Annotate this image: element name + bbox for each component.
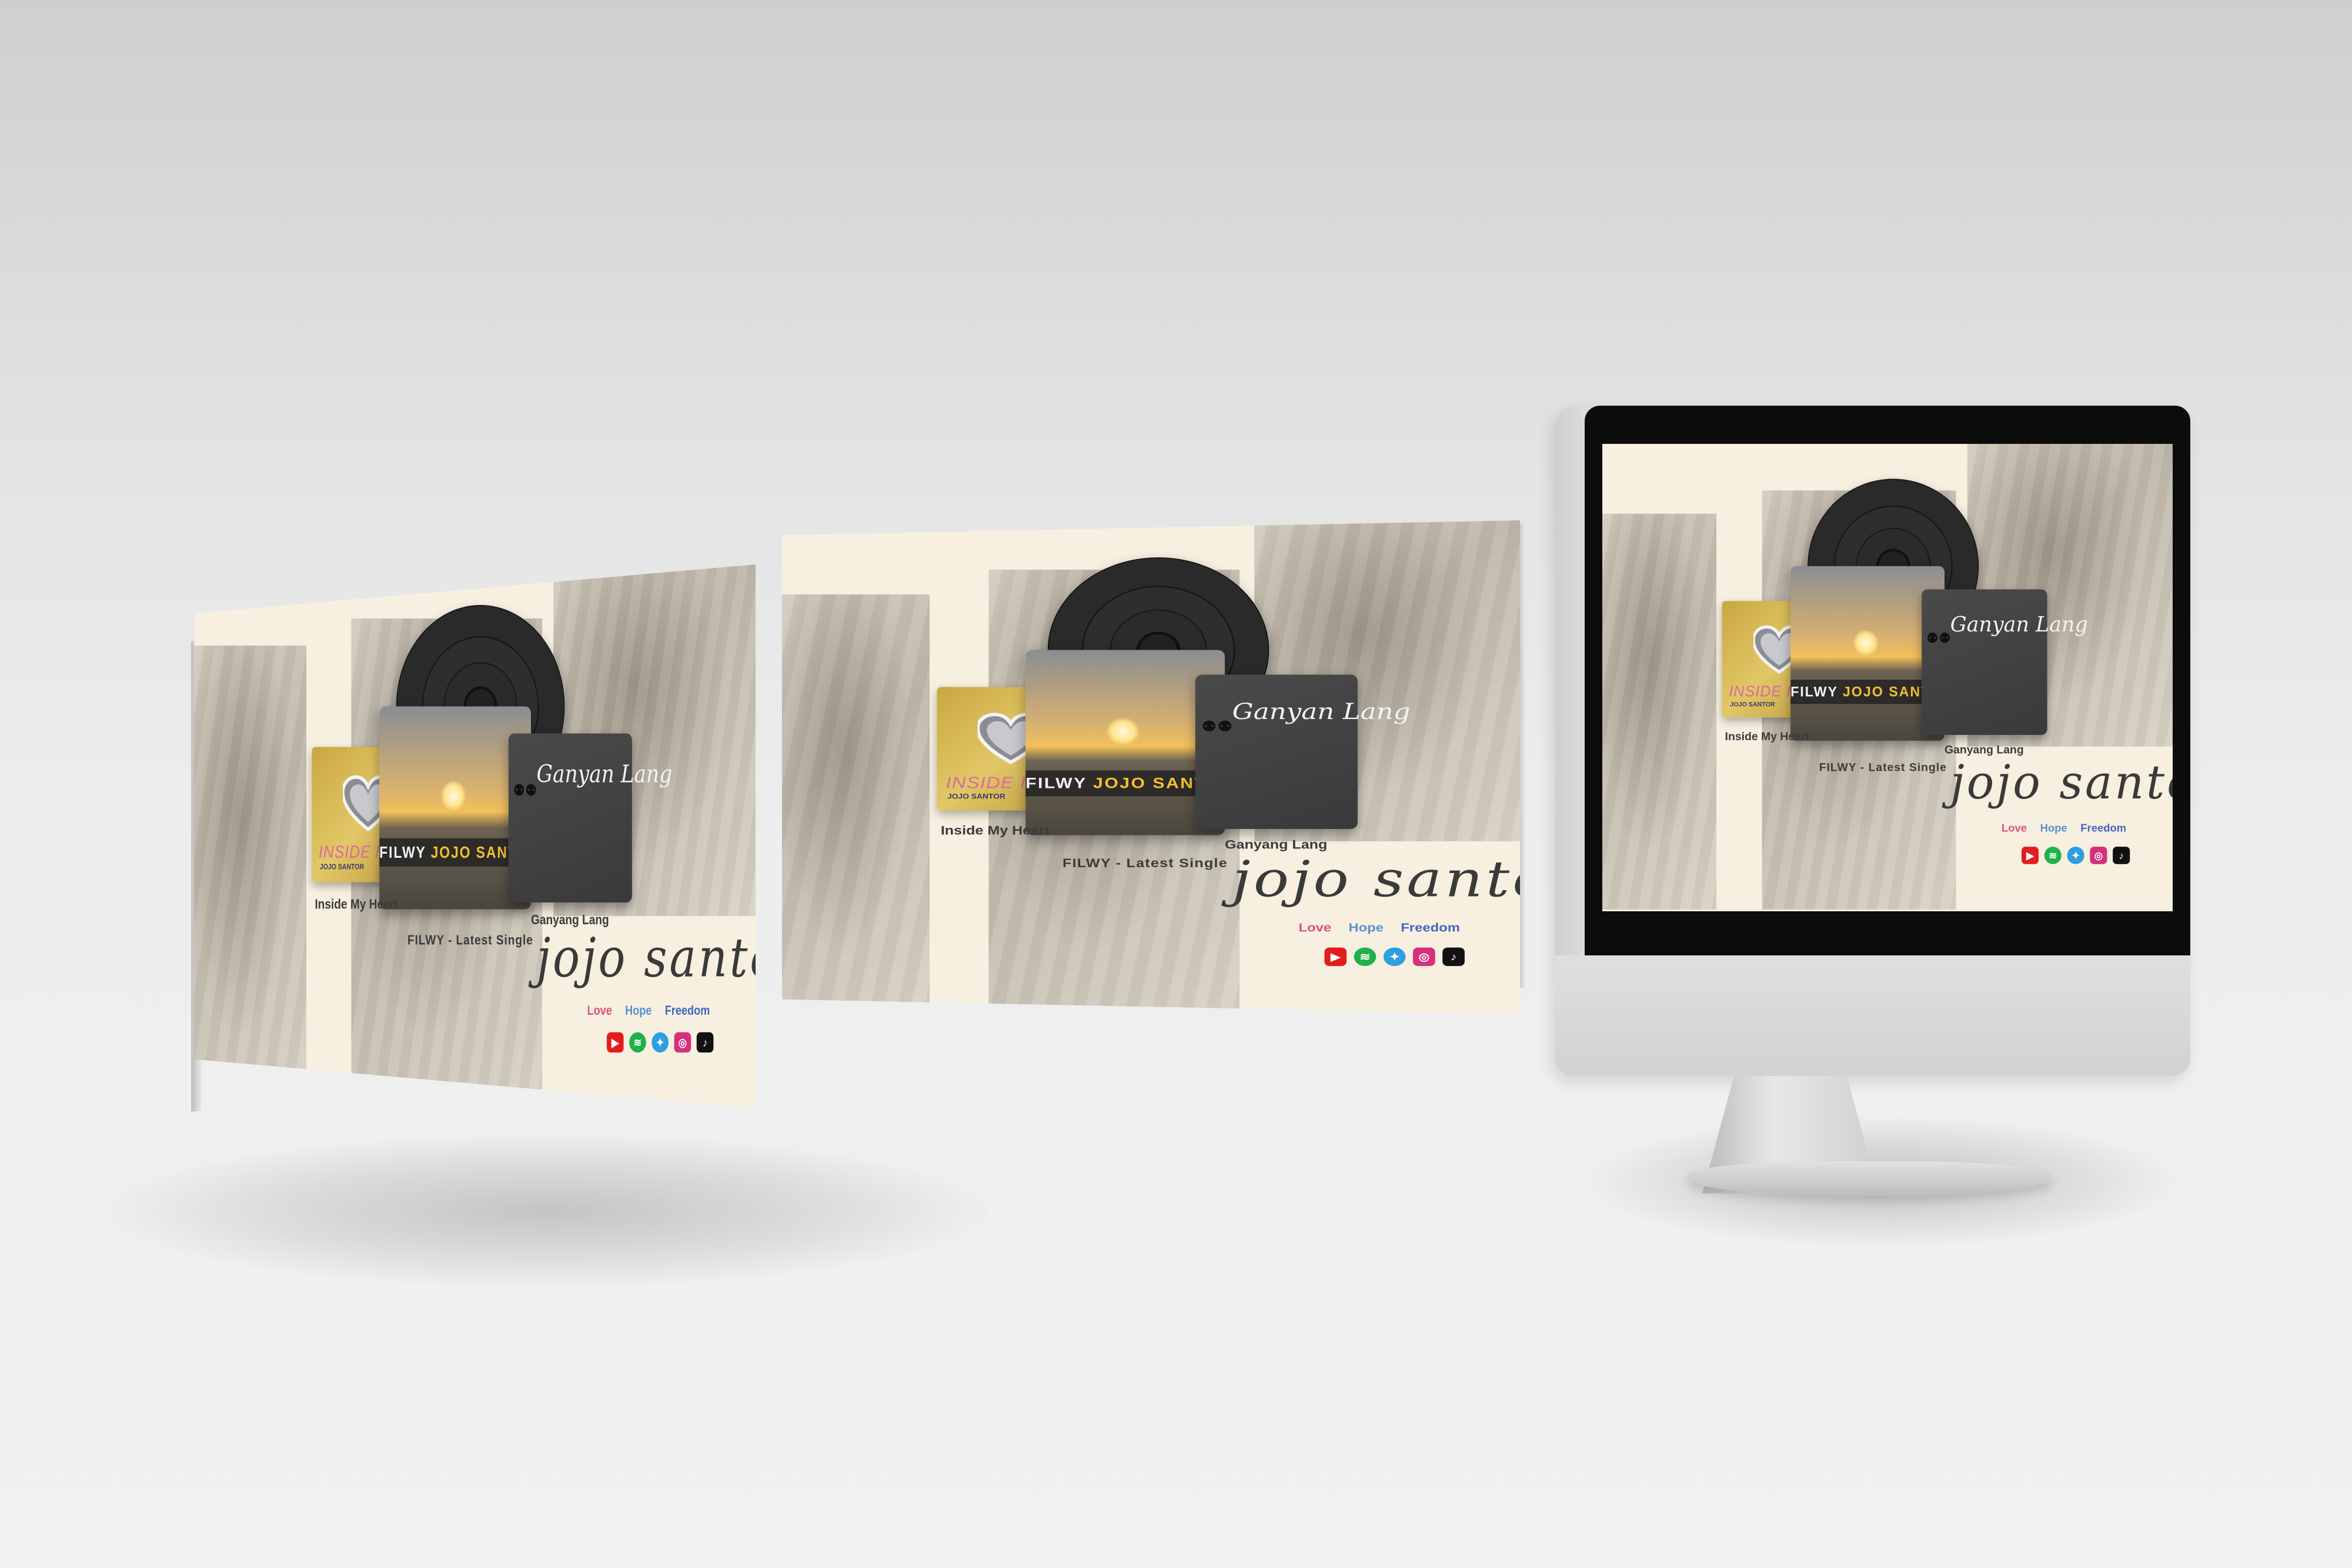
instagram-icon[interactable]: ◎ [2090, 847, 2107, 864]
artist-brand-name: jojo santor [536, 926, 756, 989]
background-photo-left [194, 646, 306, 1105]
album-title: Ganyan Lang [536, 760, 673, 788]
sun-image [1107, 718, 1140, 745]
imac-stand-base [1688, 1161, 2052, 1196]
floor-shadow-left [106, 1135, 988, 1288]
twitter-icon[interactable]: ✦ [2067, 847, 2084, 864]
twitter-icon[interactable]: ✦ [1383, 947, 1406, 967]
album-title-word: FILWY [379, 843, 426, 862]
youtube-icon[interactable]: ▶ [1324, 947, 1347, 967]
couple-figures-icon: ⚉⚉ [513, 781, 537, 800]
tag-freedom: Freedom [664, 1004, 710, 1018]
panel-left: INSIDE MY HEART JOJO SANTOR FILWY JOJO S… [194, 564, 756, 1108]
couple-figures-icon: ⚉⚉ [1201, 718, 1233, 735]
imac-monitor: INSIDE MY HEART JOJO SANTOR FILWY JOJO S… [1555, 406, 2190, 1082]
panel-middle: INSIDE MY HEART JOJO SANTOR FILWY JOJO S… [782, 520, 1520, 1014]
artist-brand-name: jojo santor [1232, 850, 1520, 908]
social-links: ▶ ≋ ✦ ◎ ♪ [1324, 947, 1465, 967]
caption-inside-my-heart: Inside My Heart [940, 824, 1050, 838]
social-links: ▶ ≋ ✦ ◎ ♪ [2021, 847, 2130, 864]
album-card-ganyan-lang[interactable]: ⚉⚉ Ganyan Lang [508, 733, 672, 902]
tag-hope: Hope [625, 1004, 652, 1018]
album-artist: JOJO SANTOR [1730, 701, 1775, 708]
spotify-icon[interactable]: ≋ [2044, 847, 2062, 864]
background-photo-left [782, 594, 930, 1014]
social-links: ▶ ≋ ✦ ◎ ♪ [606, 1032, 714, 1053]
banner-left: INSIDE MY HEART JOJO SANTOR FILWY JOJO S… [194, 564, 756, 1105]
spotify-icon[interactable]: ≋ [1354, 947, 1377, 967]
album-title-word: FILWY [1025, 775, 1087, 792]
tag-love: Love [1298, 921, 1332, 935]
album-artist: JOJO SANTOR [319, 863, 365, 872]
tiktok-icon[interactable]: ♪ [696, 1032, 714, 1053]
caption-inside-my-heart: Inside My Heart [1725, 730, 1809, 743]
instagram-icon[interactable]: ◎ [1413, 947, 1435, 967]
tag-freedom: Freedom [1401, 921, 1460, 935]
album-artist: JOJO SANTOR [947, 793, 1005, 801]
tiktok-icon[interactable]: ♪ [2113, 847, 2130, 864]
album-title: Ganyan Lang [1232, 699, 1411, 725]
caption-inside-my-heart: Inside My Heart [315, 897, 398, 912]
tag-love: Love [587, 1004, 612, 1018]
tiktok-icon[interactable]: ♪ [1442, 947, 1465, 967]
tag-hope: Hope [2040, 822, 2067, 835]
youtube-icon[interactable]: ▶ [2021, 847, 2039, 864]
album-title-word: FILWY [1790, 684, 1838, 700]
banner-middle: INSIDE MY HEART JOJO SANTOR FILWY JOJO S… [782, 520, 1520, 1014]
sun-image [1853, 630, 1879, 656]
caption-filwy: FILWY - Latest Single [407, 932, 533, 948]
imac-chin [1555, 955, 2190, 1076]
artist-brand-name: jojo santor [1950, 755, 2173, 810]
album-card-ganyan-lang[interactable]: ⚉⚉ Ganyan Lang [1922, 589, 2088, 735]
tag-freedom: Freedom [2080, 822, 2127, 835]
sun-image [441, 781, 466, 811]
twitter-icon[interactable]: ✦ [652, 1032, 669, 1053]
tagline: Love Hope Freedom [587, 1004, 720, 1019]
instagram-icon[interactable]: ◎ [674, 1032, 691, 1053]
couple-figures-icon: ⚉⚉ [1926, 630, 1951, 647]
tagline: Love Hope Freedom [2002, 823, 2137, 835]
caption-filwy: FILWY - Latest Single [1062, 857, 1228, 871]
tagline: Love Hope Freedom [1299, 922, 1474, 935]
background-photo-left [1602, 513, 1716, 910]
album-card-ganyan-lang[interactable]: ⚉⚉ Ganyan Lang [1195, 674, 1411, 829]
youtube-icon[interactable]: ▶ [606, 1032, 624, 1053]
tag-hope: Hope [1348, 921, 1384, 935]
spotify-icon[interactable]: ≋ [629, 1032, 646, 1053]
caption-filwy: FILWY - Latest Single [1819, 761, 1947, 774]
album-title: Ganyan Lang [1950, 613, 2088, 637]
banner-imac: INSIDE MY HEART JOJO SANTOR FILWY JOJO S… [1602, 444, 2173, 910]
tag-love: Love [2002, 822, 2027, 835]
imac-screen: INSIDE MY HEART JOJO SANTOR FILWY JOJO S… [1602, 444, 2173, 911]
